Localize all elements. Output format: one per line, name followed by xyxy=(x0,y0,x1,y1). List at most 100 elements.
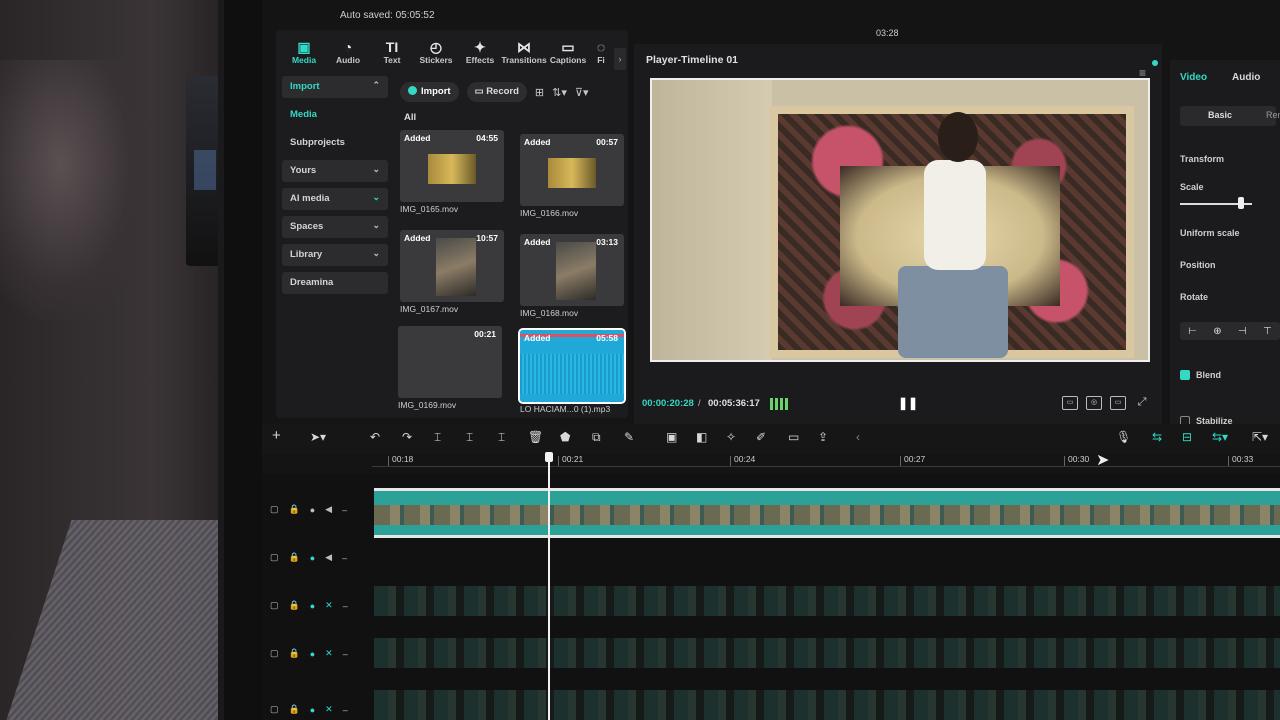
lock-icon[interactable]: 🔒 xyxy=(289,552,300,563)
trim-left-icon[interactable]: ⌶ xyxy=(466,430,473,445)
cover-icon[interactable]: ▢ xyxy=(270,600,279,611)
video-preview[interactable] xyxy=(650,78,1150,362)
subtab-remove[interactable]: Rem xyxy=(1266,110,1280,120)
tab-text[interactable]: TI Text xyxy=(370,34,414,70)
cover-icon[interactable]: ▢ xyxy=(270,704,279,715)
align-top-icon[interactable]: ⊤ xyxy=(1263,326,1272,337)
eye-icon[interactable]: ● xyxy=(310,505,315,515)
align-center-icon[interactable]: ⊕ xyxy=(1213,326,1221,337)
record-button[interactable]: ▭ Record xyxy=(466,82,527,102)
cover-icon[interactable]: ▢ xyxy=(270,648,279,659)
video-clip-track[interactable] xyxy=(374,488,1280,538)
more-icon[interactable]: – xyxy=(343,705,348,715)
trim-right-icon[interactable]: ⌶ xyxy=(498,430,505,445)
snapshot-icon[interactable]: ◎ xyxy=(1086,396,1102,410)
more-icon[interactable]: – xyxy=(342,505,347,515)
blend-label[interactable]: Blend xyxy=(1196,370,1221,380)
cover-icon[interactable]: ▢ xyxy=(270,552,279,563)
eye-icon[interactable]: ● xyxy=(310,649,315,659)
select-tool-icon[interactable]: ➤▾ xyxy=(310,430,326,444)
eye-icon[interactable]: ● xyxy=(310,601,315,611)
sidebar-item-library[interactable]: Library ⌄ xyxy=(282,244,388,266)
more-icon[interactable]: – xyxy=(342,553,347,563)
playhead[interactable] xyxy=(548,458,550,720)
tab-captions[interactable]: ▭ Captions xyxy=(546,34,590,70)
more-icon[interactable]: – xyxy=(343,649,348,659)
redo-icon[interactable]: ↷ xyxy=(402,430,412,444)
sidebar-item-ai-media[interactable]: AI media ⌄ xyxy=(282,188,388,210)
fullscreen-icon[interactable]: ⤢ xyxy=(1134,396,1150,410)
media-clip[interactable]: Added 03:13 IMG_0168.mov xyxy=(520,234,624,318)
export-frame-icon[interactable]: ⇪ xyxy=(818,430,828,444)
marker-icon[interactable]: ⬟ xyxy=(560,430,570,444)
link-clips-icon[interactable]: ⇆ xyxy=(1152,430,1162,444)
tab-transitions[interactable]: ⋈ Transitions xyxy=(501,34,546,70)
overlay-track[interactable] xyxy=(374,586,1280,616)
tab-filters[interactable]: ◌ Fi xyxy=(590,34,612,70)
import-button[interactable]: Import xyxy=(400,82,459,102)
magnet-icon[interactable]: ⊟ xyxy=(1182,430,1192,444)
undo-icon[interactable]: ↶ xyxy=(370,430,380,444)
filter-all-label[interactable]: All xyxy=(404,112,416,123)
microphone-icon[interactable]: 🎙 xyxy=(1116,430,1131,444)
freeze-icon[interactable]: ▣ xyxy=(666,430,677,444)
tabs-scroll-right-button[interactable]: › xyxy=(614,48,626,70)
mute-icon[interactable]: ✕ xyxy=(325,600,333,611)
transform-heading[interactable]: Transform xyxy=(1180,154,1224,164)
mute-icon[interactable]: ✕ xyxy=(325,704,333,715)
lock-icon[interactable]: 🔒 xyxy=(289,600,300,611)
magic-icon[interactable]: ✎ xyxy=(624,430,634,444)
split-icon[interactable]: ⌶ xyxy=(434,430,441,445)
tab-media[interactable]: ▣ Media xyxy=(282,34,326,70)
media-clip[interactable]: Added 00:57 IMG_0166.mov xyxy=(520,134,624,218)
lock-icon[interactable]: 🔒 xyxy=(289,704,300,715)
lock-icon[interactable]: 🔒 xyxy=(289,504,300,515)
overlay-track[interactable] xyxy=(374,690,1280,720)
blend-checkbox[interactable] xyxy=(1180,370,1190,380)
wand-icon[interactable]: ✐ xyxy=(756,430,766,444)
sidebar-item-subprojects[interactable]: Subprojects xyxy=(282,132,388,154)
eye-icon[interactable]: ● xyxy=(310,553,315,563)
add-icon[interactable]: + xyxy=(272,427,281,444)
crop-icon[interactable]: ⧉ xyxy=(592,430,601,445)
sidebar-item-import[interactable]: Import ⌃ xyxy=(282,76,388,98)
tab-stickers[interactable]: ◴ Stickers xyxy=(414,34,458,70)
align-right-icon[interactable]: ⊣ xyxy=(1238,326,1247,337)
sort-icon[interactable]: ⇅▾ xyxy=(552,86,567,99)
delete-icon[interactable]: 🗑 xyxy=(528,430,543,444)
ai-effect-icon[interactable]: ✧ xyxy=(726,430,736,444)
sidebar-item-yours[interactable]: Yours ⌄ xyxy=(282,160,388,182)
speaker-icon[interactable]: ◀ xyxy=(325,552,332,563)
timeline-ruler[interactable]: 00:18 00:21 00:24 00:27 00:30 00:33 xyxy=(372,452,1280,472)
grid-view-icon[interactable]: ⊞ xyxy=(535,86,544,99)
cover-icon[interactable]: ▢ xyxy=(270,504,279,515)
overlay-track[interactable] xyxy=(374,638,1280,668)
tab-effects[interactable]: ✦ Effects xyxy=(458,34,502,70)
media-clip[interactable]: Added 10:57 IMG_0167.mov xyxy=(400,230,504,314)
hd-icon[interactable]: ▭ xyxy=(788,430,799,444)
snap-icon[interactable]: ⇆▾ xyxy=(1212,430,1228,444)
media-clip[interactable]: Added 04:55 IMG_0165.mov xyxy=(400,130,504,214)
pause-button[interactable]: ❚❚ xyxy=(898,396,918,410)
ratio-icon[interactable]: ▭ xyxy=(1062,396,1078,410)
sidebar-item-dreamina[interactable]: Dreamina xyxy=(282,272,388,294)
sidebar-item-spaces[interactable]: Spaces ⌄ xyxy=(282,216,388,238)
zoom-fit-icon[interactable]: ⇱▾ xyxy=(1252,430,1268,444)
audio-clip[interactable]: Added 05:58 LO HACIAM...0 (1).mp3 xyxy=(518,328,626,414)
mirror-icon[interactable]: ◧ xyxy=(696,430,707,444)
subtab-basic[interactable]: Basic xyxy=(1208,110,1232,120)
filter-icon[interactable]: ⊽▾ xyxy=(575,86,589,99)
media-clip[interactable]: 00:21 IMG_0169.mov xyxy=(398,326,502,410)
sidebar-item-media[interactable]: Media xyxy=(282,104,388,126)
tab-video[interactable]: Video xyxy=(1180,72,1207,83)
collapse-icon[interactable]: ‹ xyxy=(856,430,860,444)
more-icon[interactable]: – xyxy=(343,601,348,611)
lock-icon[interactable]: 🔒 xyxy=(289,648,300,659)
tab-audio[interactable]: ◔ Audio xyxy=(326,34,370,70)
mute-icon[interactable]: ✕ xyxy=(325,648,333,659)
tab-audio-props[interactable]: Audio xyxy=(1232,72,1260,83)
scale-slider-handle[interactable] xyxy=(1238,197,1245,209)
speaker-icon[interactable]: ◀ xyxy=(325,504,332,515)
align-left-icon[interactable]: ⊢ xyxy=(1188,326,1197,337)
quality-icon[interactable]: ▭ xyxy=(1110,396,1126,410)
